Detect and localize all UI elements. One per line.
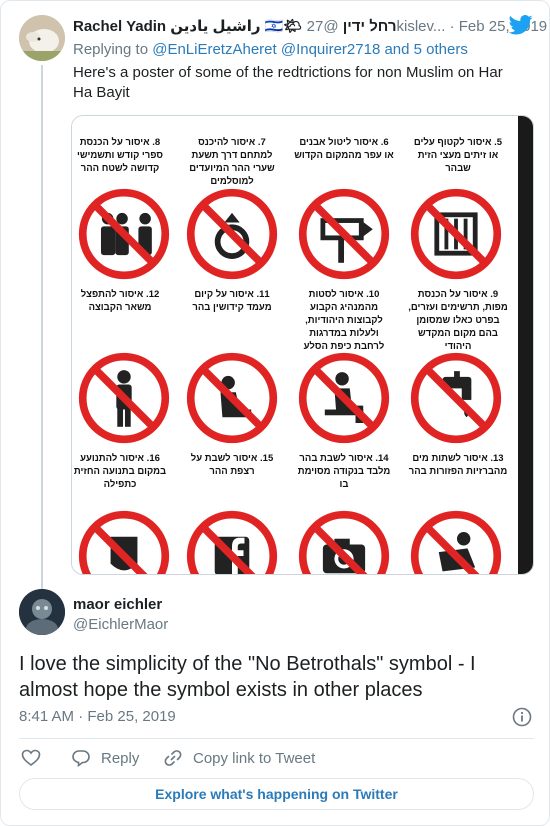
like-button[interactable] bbox=[21, 747, 41, 769]
no-camera-sign-icon bbox=[298, 510, 390, 574]
no-maps-sign-icon bbox=[410, 188, 502, 280]
reply-tweet-header: Rachel Yadin راشيل يادين 🇮🇱🌤 רחל ידין @2… bbox=[73, 17, 547, 37]
author-avatar[interactable] bbox=[19, 589, 65, 635]
poster-caption: 12. איסור להתפצל משאר הקבוצה bbox=[80, 289, 160, 313]
poster-caption: 16. איסור להתנועע במקום בתנועה החזית כתפ… bbox=[73, 453, 167, 490]
poster-caption: 9. איסור על הכנסת מפות, תרשימים ועזרים, … bbox=[408, 289, 508, 352]
reply-bubble-icon bbox=[72, 750, 90, 768]
reply-author-avatar[interactable] bbox=[19, 15, 65, 61]
poster-caption: 15. איסור לשבת על רצפת ההר bbox=[190, 453, 274, 477]
reply-button[interactable]: Reply bbox=[71, 747, 139, 769]
copy-link-button[interactable]: Copy link to Tweet bbox=[163, 747, 315, 769]
no-drinking-tap-sign-icon bbox=[410, 352, 502, 444]
replying-to-others[interactable]: and 5 others bbox=[384, 41, 467, 58]
no-betrothal-ring-sign-icon bbox=[186, 188, 278, 280]
copy-link-label: Copy link to Tweet bbox=[193, 749, 316, 767]
poster-caption: 5. איסור לקטוף עלים או זיתים מעצי הזית ש… bbox=[413, 137, 503, 174]
twitter-bird-icon[interactable] bbox=[509, 15, 533, 35]
divider bbox=[19, 738, 534, 739]
reply-tweet-date[interactable]: Feb 25, 2019 bbox=[459, 18, 547, 35]
replying-to-line: Replying to @EnLiEretzAheret @Inquirer27… bbox=[73, 40, 468, 60]
thread-line bbox=[41, 65, 43, 589]
no-direction-sign-icon bbox=[298, 188, 390, 280]
poster-dark-edge bbox=[518, 116, 533, 574]
no-facebook-sign-icon bbox=[186, 510, 278, 574]
replying-to-handles[interactable]: @EnLiEretzAheret @Inquirer2718 bbox=[152, 41, 380, 58]
poster-caption: 11. איסור על קיום מעמד קידושין בהר bbox=[192, 289, 272, 313]
no-prayer-movement-sign-icon bbox=[78, 352, 170, 444]
poster-caption: 6. איסור ליטול אבנים או עפר מהמקום הקדוש bbox=[294, 137, 394, 161]
poster-caption: 10. איסור לסטות מהמנהיג הקבוע לקבוצות הי… bbox=[303, 289, 385, 352]
no-sitting-sign-icon bbox=[298, 352, 390, 444]
poster-content: 5. איסור לקטוף עלים או זיתים מעצי הזית ש… bbox=[72, 116, 520, 574]
poster-caption: 13. איסור לשתות מים מהברזיות הפזורות בהר bbox=[408, 453, 508, 477]
author-name[interactable]: maor eichler bbox=[73, 595, 162, 615]
explore-twitter-button[interactable]: Explore what's happening on Twitter bbox=[19, 778, 534, 810]
no-group-split-sign-icon bbox=[78, 188, 170, 280]
tweet-card: Rachel Yadin راشيل يادين 🇮🇱🌤 רחל ידין @2… bbox=[0, 0, 550, 826]
link-icon bbox=[164, 750, 182, 766]
no-filming-sign-icon bbox=[410, 510, 502, 574]
header-separator: · bbox=[449, 18, 455, 35]
poster-caption: 8. איסור על הכנסת ספרי קודש ותשמישי קדוש… bbox=[76, 137, 164, 174]
no-military-badge-sign-icon bbox=[78, 510, 170, 574]
reply-tweet-text: Here's a poster of some of the redtricti… bbox=[73, 64, 503, 101]
no-sitting-on-floor-sign-icon bbox=[186, 352, 278, 444]
info-icon[interactable] bbox=[512, 707, 532, 727]
heart-icon bbox=[21, 749, 41, 767]
restrictions-poster-image[interactable]: 5. איסור לקטוף עלים או זיתים מעצי הזית ש… bbox=[71, 115, 534, 575]
author-handle[interactable]: @EichlerMaor bbox=[73, 615, 168, 635]
reply-label: Reply bbox=[101, 749, 140, 767]
tweet-timestamp[interactable]: 8:41 AM · Feb 25, 2019 bbox=[19, 707, 176, 727]
tweet-text: I love the simplicity of the "No Betroth… bbox=[19, 653, 476, 701]
poster-caption: 7. איסור להיכנס למתחם דרך תשעת שערי ההר … bbox=[189, 137, 275, 187]
reply-author-name[interactable]: Rachel Yadin راشيل يادين 🇮🇱🌤 רחל ידין bbox=[73, 18, 397, 35]
replying-prefix: Replying to bbox=[73, 41, 149, 58]
poster-caption: 14. איסור לשבת בהר מלבד בנקודה מסוימת בו bbox=[297, 453, 391, 490]
